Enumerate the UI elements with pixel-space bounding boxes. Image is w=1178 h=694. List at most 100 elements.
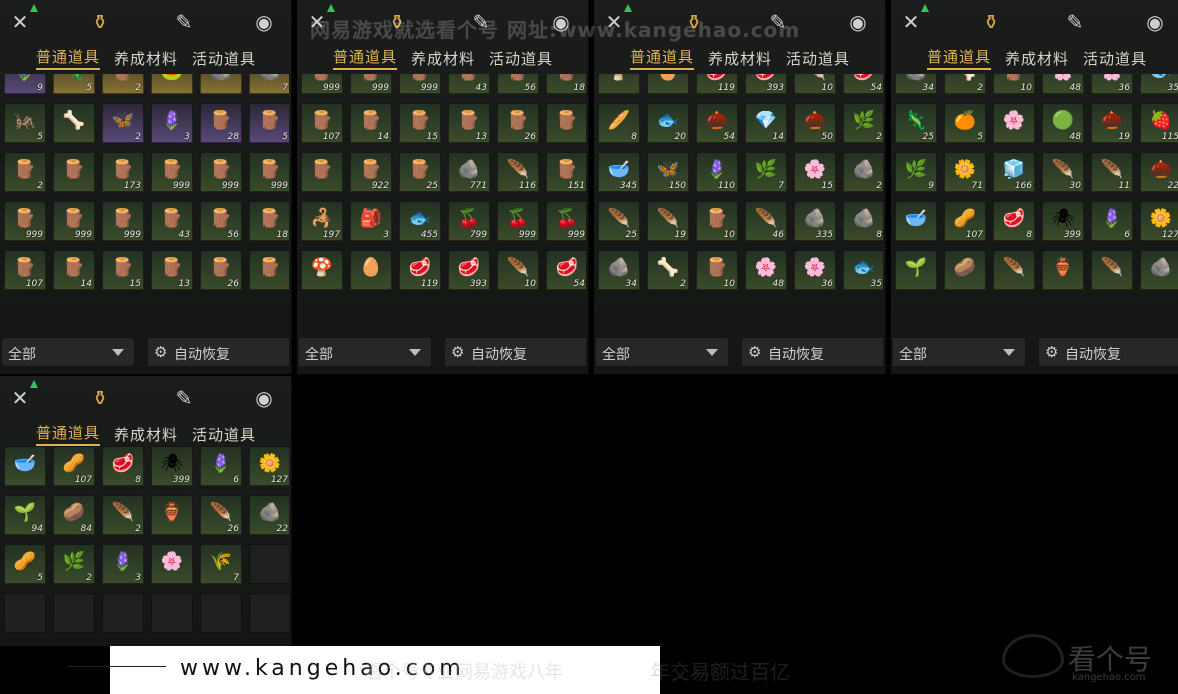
item-slot[interactable]: 🪵18 <box>249 201 289 241</box>
tab-1[interactable]: 养成材料 <box>114 424 178 445</box>
item-slot[interactable]: 🦎5 <box>53 74 95 94</box>
item-slot[interactable]: 🟢 48 <box>1042 103 1084 143</box>
item-slot[interactable]: 🪻 3 <box>102 544 144 584</box>
tab-2[interactable]: 活动道具 <box>489 48 553 69</box>
item-slot[interactable]: 🌱 <box>895 250 937 290</box>
item-slot[interactable]: 🦋 2 <box>102 103 144 143</box>
item-slot[interactable]: 🌰 19 <box>1091 103 1133 143</box>
item-slot[interactable]: 🍒 999 <box>497 201 539 241</box>
item-slot[interactable]: 🐟 455 <box>399 201 441 241</box>
item-slot[interactable]: 🌿 7 <box>745 152 787 192</box>
item-slot[interactable]: 🪵 <box>53 152 95 192</box>
item-slot[interactable]: 🪨 <box>200 74 242 94</box>
item-slot[interactable]: 🥜 5 <box>4 544 46 584</box>
item-slot[interactable]: 🥜 107 <box>53 446 95 486</box>
scroll-icon[interactable]: ✎ <box>1063 10 1087 34</box>
item-slot[interactable]: 🦴2 <box>944 74 986 94</box>
tab-0[interactable]: 普通道具 <box>36 422 101 446</box>
item-slot[interactable]: 🪵43 <box>448 74 490 94</box>
item-slot[interactable]: 🪵999 <box>399 74 441 94</box>
location-pin-icon[interactable]: ◉ <box>846 10 870 34</box>
item-slot[interactable]: 🥜 107 <box>944 201 986 241</box>
item-slot[interactable]: 🪻 110 <box>696 152 738 192</box>
item-slot[interactable]: 🕷 399 <box>151 446 193 486</box>
item-slot[interactable]: 🪵 107 <box>4 250 46 290</box>
item-slot[interactable]: 💎 14 <box>745 103 787 143</box>
item-slot[interactable]: 🦴2 <box>647 250 689 290</box>
filter-dropdown[interactable]: 全部 <box>2 338 134 366</box>
item-slot[interactable]: 🪵 173 <box>102 152 144 192</box>
item-slot[interactable]: 🪵 13 <box>448 103 490 143</box>
bag-icon[interactable]: ⚱ <box>88 10 112 34</box>
item-slot[interactable]: 🪵 26 <box>200 250 242 290</box>
auto-restore-button[interactable]: ⚙ 自动恢复 <box>148 338 289 366</box>
item-slot[interactable]: 🏺 <box>1042 250 1084 290</box>
item-slot[interactable]: 🥩54 <box>546 250 586 290</box>
crossed-swords-icon[interactable]: ✕ <box>8 4 38 34</box>
item-slot[interactable]: 🪵43 <box>151 201 193 241</box>
item-slot[interactable]: 🌸48 <box>745 250 787 290</box>
item-slot[interactable]: 🦗 5 <box>4 103 46 143</box>
item-slot[interactable]: 🪵 <box>301 152 343 192</box>
tab-2[interactable]: 活动道具 <box>1083 48 1147 69</box>
item-slot[interactable]: 🪵18 <box>546 74 586 94</box>
item-slot[interactable]: 🪻 6 <box>200 446 242 486</box>
item-slot[interactable]: 🪵 14 <box>53 250 95 290</box>
item-slot[interactable]: 🌾 7 <box>200 544 242 584</box>
item-slot[interactable]: 🕷 399 <box>1042 201 1084 241</box>
tab-1[interactable]: 养成材料 <box>411 48 475 69</box>
item-slot[interactable]: 🪵10 <box>696 250 738 290</box>
item-slot[interactable]: 🪶 <box>1091 250 1133 290</box>
item-slot[interactable]: 🪻9 <box>4 74 46 94</box>
tab-1[interactable]: 养成材料 <box>708 48 772 69</box>
item-slot[interactable]: 🍊 5 <box>944 103 986 143</box>
item-slot[interactable]: 🥚 <box>647 74 689 94</box>
item-slot[interactable]: 🪵999 <box>350 74 392 94</box>
item-slot[interactable]: 🌼 127 <box>1140 201 1178 241</box>
item-slot[interactable]: 🧊 166 <box>993 152 1035 192</box>
item-slot[interactable]: 🥔 84 <box>53 495 95 535</box>
item-slot[interactable]: 🪵 28 <box>200 103 242 143</box>
item-slot[interactable]: 🪻 6 <box>1091 201 1133 241</box>
item-slot[interactable]: 🥩119 <box>399 250 441 290</box>
item-slot[interactable]: 🪵56 <box>497 74 539 94</box>
item-slot[interactable]: 🥩393 <box>448 250 490 290</box>
item-slot[interactable]: 🐟 35 <box>1140 74 1178 94</box>
item-slot[interactable]: 🪵 <box>546 103 586 143</box>
item-slot[interactable]: 🪨7 <box>249 74 289 94</box>
item-slot[interactable]: 🥩119 <box>696 74 738 94</box>
item-slot[interactable]: 🪵999 <box>249 152 289 192</box>
item-slot[interactable]: 🪶 46 <box>745 201 787 241</box>
auto-restore-button[interactable]: ⚙ 自动恢复 <box>742 338 883 366</box>
item-slot[interactable]: 🪨 22 <box>249 495 289 535</box>
item-slot[interactable]: 🦎 25 <box>895 103 937 143</box>
item-slot[interactable]: 🪵10 <box>696 201 738 241</box>
location-pin-icon[interactable]: ◉ <box>252 386 276 410</box>
item-slot[interactable]: 🪶 19 <box>647 201 689 241</box>
item-slot[interactable]: 🪵 922 <box>350 152 392 192</box>
tab-2[interactable]: 活动道具 <box>786 48 850 69</box>
item-slot[interactable]: 🪵 15 <box>399 103 441 143</box>
scroll-icon[interactable]: ✎ <box>172 386 196 410</box>
item-slot[interactable]: 🪶10 <box>497 250 539 290</box>
item-slot[interactable]: 🪵2 <box>102 74 144 94</box>
item-slot[interactable]: 🥩393 <box>745 74 787 94</box>
tab-0[interactable]: 普通道具 <box>333 46 398 70</box>
item-slot[interactable]: 🪵 5 <box>249 103 289 143</box>
item-slot[interactable]: 🌰 22 <box>1140 152 1178 192</box>
auto-restore-button[interactable]: ⚙ 自动恢复 <box>445 338 586 366</box>
filter-dropdown[interactable]: 全部 <box>596 338 728 366</box>
tab-1[interactable]: 养成材料 <box>1005 48 1069 69</box>
item-slot[interactable]: 🌿 9 <box>895 152 937 192</box>
item-slot[interactable]: 🍓 115 <box>1140 103 1178 143</box>
tab-2[interactable]: 活动道具 <box>192 424 256 445</box>
item-slot[interactable]: 🪵999 <box>151 152 193 192</box>
item-slot[interactable]: 🦴 <box>53 103 95 143</box>
item-slot[interactable]: 🌸48 <box>1042 74 1084 94</box>
item-slot[interactable]: 🍄 <box>598 74 640 94</box>
item-slot[interactable]: 🥩 8 <box>102 446 144 486</box>
item-slot[interactable]: 🌸36 <box>794 250 836 290</box>
scroll-icon[interactable]: ✎ <box>172 10 196 34</box>
item-slot[interactable]: 🪵56 <box>200 201 242 241</box>
crossed-swords-icon[interactable]: ✕ <box>899 4 929 34</box>
